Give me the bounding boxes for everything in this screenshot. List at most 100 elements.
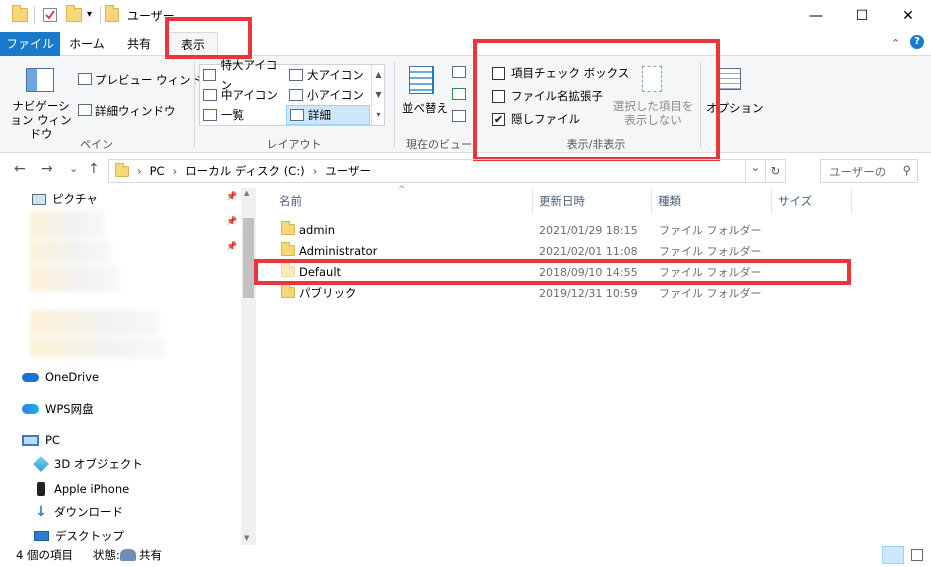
tab-file[interactable]: ファイル — [0, 32, 60, 56]
hidden-items-option[interactable]: ✔ 隠しファイル — [492, 111, 580, 127]
breadcrumb-users[interactable]: ユーザー — [325, 163, 371, 179]
column-header-type[interactable]: 種類 — [652, 188, 772, 214]
file-extensions-option[interactable]: ファイル名拡張子 — [492, 88, 603, 104]
ribbon-collapse-icon[interactable]: ⌃ — [891, 37, 900, 50]
breadcrumb-local-disk[interactable]: ローカル ディスク (C:) — [185, 163, 304, 179]
help-icon[interactable]: ? — [910, 35, 924, 49]
layout-list[interactable]: 一覧 — [200, 105, 286, 125]
size-columns-icon[interactable] — [452, 110, 466, 122]
group-by-icon[interactable] — [452, 66, 466, 78]
layout-details[interactable]: 詳細 — [286, 105, 370, 125]
breadcrumb-pc[interactable]: PC — [150, 164, 165, 178]
medium-icons-icon — [203, 89, 217, 101]
item-checkboxes-option[interactable]: 項目チェック ボックス — [492, 65, 629, 81]
nav-item-pc[interactable]: PC — [22, 429, 60, 451]
table-row[interactable]: パブリック 2019/12/31 10:59 ファイル フォルダー — [275, 283, 835, 304]
column-header-size[interactable]: サイズ — [772, 188, 852, 214]
redacted-item — [30, 266, 120, 292]
nav-item-3d-objects[interactable]: 3D オブジェクト — [33, 453, 143, 475]
download-icon: ↓ — [35, 504, 47, 520]
layout-small-icons[interactable]: 小アイコン — [286, 85, 370, 105]
back-button[interactable]: ← — [14, 161, 26, 177]
recent-locations-button[interactable]: ⌄ — [69, 162, 78, 175]
nav-item-pictures[interactable]: ピクチャ — [32, 188, 98, 210]
new-folder-icon[interactable] — [66, 5, 82, 22]
separator — [34, 6, 35, 24]
layout-medium-icons[interactable]: 中アイコン — [200, 85, 286, 105]
hidden-items-label: 隠しファイル — [511, 112, 580, 126]
layout-large-icons[interactable]: 大アイコン — [286, 65, 370, 85]
navigation-pane-button[interactable]: ナビゲーション ウィンドウ — [8, 99, 74, 141]
nav-item-downloads[interactable]: ↓ ダウンロード — [34, 501, 123, 523]
navigation-pane-icon[interactable] — [26, 68, 54, 92]
refresh-icon[interactable]: ↻ — [765, 160, 785, 182]
tab-home[interactable]: ホーム — [62, 32, 112, 56]
table-row[interactable]: Default 2018/09/10 14:55 ファイル フォルダー — [275, 262, 835, 283]
desktop-icon — [34, 531, 49, 541]
file-type: ファイル フォルダー — [659, 287, 762, 300]
file-extensions-checkbox[interactable] — [492, 89, 505, 103]
quick-access-dropdown-icon[interactable]: ▾ — [87, 9, 92, 20]
redacted-item — [30, 310, 160, 336]
nav-item-wps-cloud[interactable]: WPS网盘 — [22, 398, 94, 420]
search-input[interactable]: ユーザーの ⚲ — [820, 159, 918, 183]
hide-selected-icon — [642, 66, 662, 92]
folder-icon — [281, 284, 295, 298]
tab-view[interactable]: 表示 — [168, 32, 218, 57]
file-modified: 2019/12/31 10:59 — [539, 287, 638, 300]
nav-scrollbar-thumb[interactable] — [243, 218, 254, 298]
scroll-down-icon[interactable]: ▼ — [244, 534, 249, 542]
file-type: ファイル フォルダー — [659, 224, 762, 237]
table-row[interactable]: Administrator 2021/02/01 11:08 ファイル フォルダ… — [275, 241, 835, 262]
options-icon — [719, 68, 741, 90]
nav-item-label: 3D オブジェクト — [54, 457, 143, 471]
layout-extra-large-icons[interactable]: 特大アイコン — [200, 58, 286, 92]
nav-item-desktop[interactable]: デスクトップ — [34, 525, 124, 547]
pin-icon: 📌 — [226, 217, 238, 227]
redacted-item — [30, 338, 165, 358]
3d-objects-icon — [33, 456, 49, 472]
close-button[interactable]: ✕ — [885, 0, 931, 32]
column-header-modified[interactable]: 更新日時 — [533, 188, 652, 214]
show-hide-group-label: 表示/非表示 — [566, 138, 626, 151]
item-checkboxes-checkbox[interactable] — [492, 66, 505, 80]
nav-item-onedrive[interactable]: OneDrive — [22, 366, 99, 388]
options-button[interactable]: オプション — [706, 100, 764, 116]
scroll-up-icon[interactable]: ▲ — [244, 189, 249, 197]
up-button[interactable]: ↑ — [88, 161, 100, 177]
nav-item-apple-iphone[interactable]: Apple iPhone — [34, 478, 129, 500]
list-icon — [203, 109, 217, 121]
file-name: Default — [299, 265, 342, 279]
tab-share[interactable]: 共有 — [116, 32, 162, 56]
layout-item-label: 大アイコン — [307, 68, 364, 82]
preview-pane-icon — [78, 73, 92, 85]
breadcrumb-separator: › — [312, 164, 318, 178]
address-bar[interactable]: › PC › ローカル ディスク (C:) › ユーザー ⌄ ↻ — [108, 159, 786, 183]
address-dropdown-icon[interactable]: ⌄ — [745, 160, 765, 182]
properties-icon[interactable] — [43, 8, 57, 22]
hide-selected-button[interactable]: 選択した項目を 表示しない — [612, 99, 694, 127]
pane-group-label: ペイン — [80, 138, 113, 151]
nav-item-label: Apple iPhone — [54, 482, 130, 496]
minimize-button[interactable]: — — [793, 0, 839, 32]
current-view-group-label: 現在のビュー — [406, 138, 472, 151]
add-columns-icon[interactable] — [452, 88, 466, 100]
sort-by-button[interactable]: 並べ替え — [402, 100, 448, 116]
layout-scroll[interactable]: ▲ ▼ ▾ — [371, 65, 385, 125]
maximize-button[interactable]: ☐ — [839, 0, 885, 32]
forward-button[interactable]: → — [41, 161, 53, 177]
preview-pane-button[interactable]: プレビュー ウィンドウ — [95, 72, 214, 88]
search-icon[interactable]: ⚲ — [903, 163, 911, 177]
details-pane-button[interactable]: 詳細ウィンドウ — [95, 103, 176, 119]
table-row[interactable]: admin 2021/01/29 18:15 ファイル フォルダー — [275, 220, 835, 241]
large-icons-view-toggle[interactable] — [907, 546, 927, 564]
pin-icon: 📌 — [226, 192, 238, 202]
large-icons-icon — [289, 69, 303, 81]
details-view-toggle[interactable] — [882, 546, 904, 564]
small-icons-icon — [289, 89, 303, 101]
window-title: ユーザー — [127, 9, 175, 23]
window-folder-icon — [105, 5, 119, 22]
hidden-items-checkbox[interactable]: ✔ — [492, 112, 505, 126]
column-header-name[interactable]: 名前 — [273, 188, 533, 214]
layout-item-label: 詳細 — [308, 108, 331, 122]
